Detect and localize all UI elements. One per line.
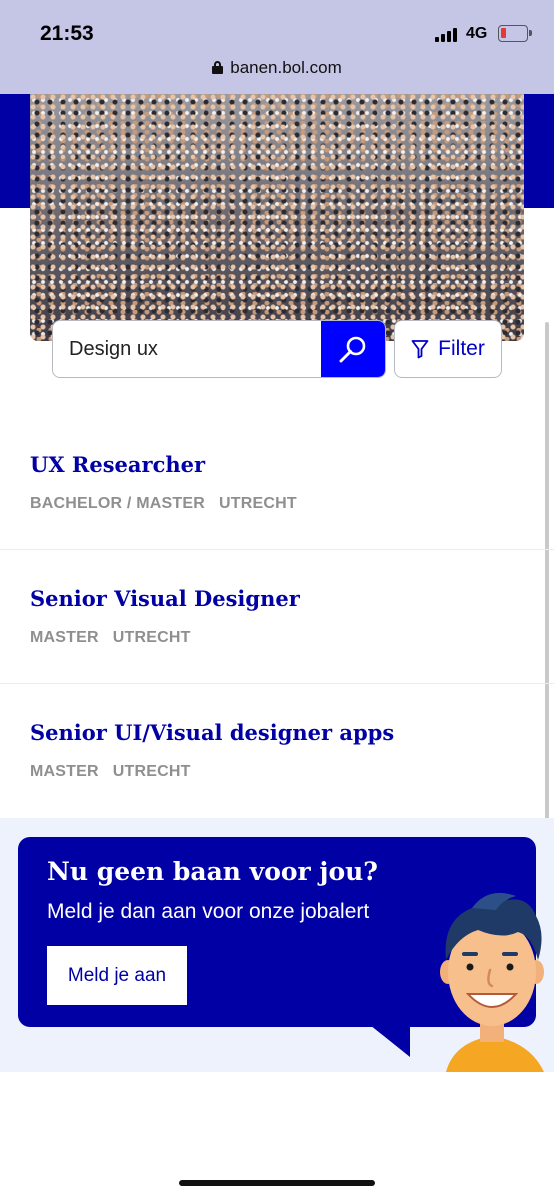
job-tags: MASTER UTRECHT	[30, 629, 205, 647]
job-listing[interactable]: Senior Visual Designer MASTER UTRECHT	[0, 550, 554, 684]
job-tag-education: BACHELOR / MASTER	[30, 495, 205, 512]
job-title[interactable]: Senior Visual Designer	[30, 586, 300, 611]
job-tag-education: MASTER	[30, 629, 99, 646]
job-tag-education: MASTER	[30, 763, 99, 780]
network-type: 4G	[466, 25, 488, 42]
filter-icon	[411, 340, 429, 359]
job-tag-location: UTRECHT	[112, 763, 191, 780]
job-alert-subtitle: Meld je dan aan voor onze jobalert	[47, 900, 370, 923]
battery-icon	[498, 25, 532, 42]
search-icon	[339, 336, 366, 363]
job-alert-title: Nu geen baan voor jou?	[47, 857, 378, 886]
job-tags: MASTER UTRECHT	[30, 763, 205, 781]
lock-icon	[212, 61, 224, 74]
filter-button[interactable]: Filter	[394, 320, 502, 378]
signal-icon	[435, 28, 459, 42]
filter-label: Filter	[438, 337, 485, 360]
job-tag-location: UTRECHT	[112, 629, 191, 646]
search-button[interactable]	[321, 321, 385, 377]
job-listing[interactable]: Senior UI/Visual designer apps MASTER UTR…	[0, 684, 554, 818]
search-input[interactable]	[53, 321, 322, 377]
signup-button[interactable]: Meld je aan	[47, 946, 187, 1005]
job-title[interactable]: Senior UI/Visual designer apps	[30, 720, 394, 745]
job-title[interactable]: UX Researcher	[30, 452, 205, 477]
home-indicator[interactable]	[179, 1180, 375, 1186]
hero-crowd-photo	[30, 94, 524, 341]
mascot-illustration	[432, 890, 554, 1072]
search-box	[52, 320, 386, 378]
clock: 21:53	[40, 22, 94, 45]
job-tag-location: UTRECHT	[218, 495, 297, 512]
status-bar: 21:53 4G banen.bol.com	[0, 0, 554, 94]
job-listing[interactable]: UX Researcher BACHELOR / MASTER UTRECHT	[0, 416, 554, 550]
speech-bubble-tail	[370, 1025, 410, 1057]
url-bar[interactable]: banen.bol.com	[0, 58, 554, 78]
job-tags: BACHELOR / MASTER UTRECHT	[30, 495, 311, 513]
url-text: banen.bol.com	[230, 58, 342, 77]
